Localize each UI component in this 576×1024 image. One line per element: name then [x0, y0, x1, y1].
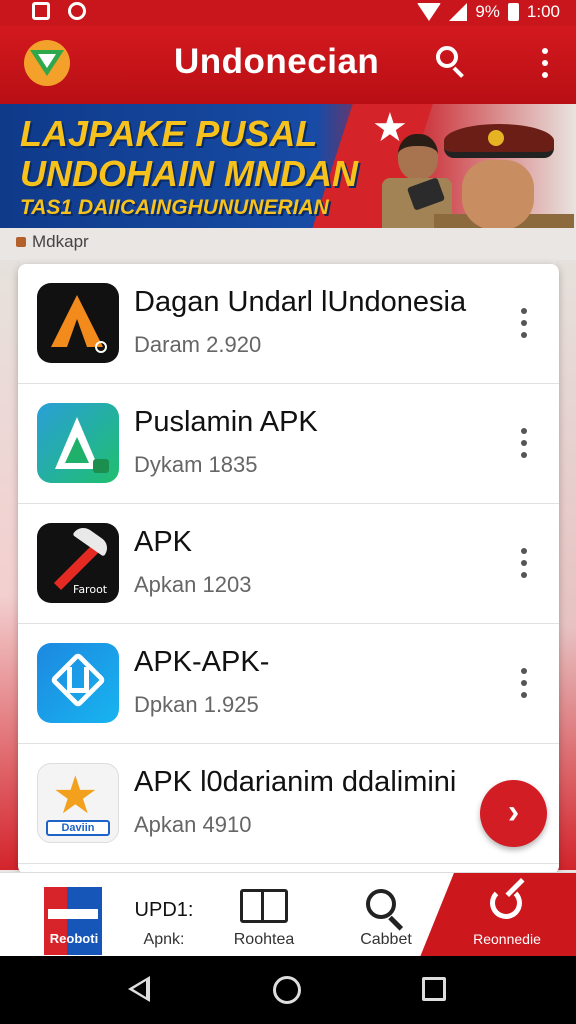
nav-browse[interactable]: Roohtea: [224, 873, 304, 956]
search-icon[interactable]: [436, 46, 464, 78]
green-a-logo-icon: [37, 403, 119, 483]
pickaxe-logo-icon: Faroot: [37, 523, 119, 603]
battery-percent: 9%: [475, 2, 500, 21]
nav-recommend-label: Reonnedie: [473, 931, 541, 947]
recent-apps-icon[interactable]: [422, 977, 446, 1001]
app-title: Dagan Undarl lUndonesia: [134, 286, 467, 318]
nav-home[interactable]: Reoboti: [34, 873, 114, 956]
section-label-text: Mdkapr: [32, 232, 89, 251]
more-options-icon[interactable]: [518, 428, 530, 458]
section-label: Mdkapr: [16, 232, 89, 252]
background-decoration: [556, 260, 576, 870]
app-title: Puslamin APK: [134, 406, 318, 438]
banner-text: LAJPAKE PUSAL UNDOHAIN MNDAN TAS1 DAIICA…: [20, 114, 358, 222]
app-subtitle: Apkan 4910: [134, 812, 252, 837]
app-list-card: Dagan Undarl lUndonesia Daram 2.920 Pusl…: [18, 264, 559, 874]
list-item[interactable]: Faroot APK Apkan 1203: [18, 504, 559, 624]
app-title: Undonecian: [174, 42, 380, 81]
blue-triangle-logo-icon: [37, 643, 119, 723]
nav-home-label: Reoboti: [49, 931, 99, 946]
more-options-icon[interactable]: [518, 548, 530, 578]
wifi-icon: [417, 3, 442, 21]
section-icon: [16, 237, 26, 247]
icon-caption: Daviin: [46, 820, 110, 836]
promo-banner[interactable]: ★ LAJPAKE PUSAL UNDOHAIN MNDAN TAS1 DAII…: [0, 104, 576, 228]
app-title: APK l0darianim ddalimini: [134, 766, 457, 798]
bottom-navigation: Reoboti UPD1: Apnk: Roohtea Cabbet Reonn…: [0, 872, 576, 956]
nav-apps[interactable]: UPD1: Apnk:: [124, 873, 204, 956]
list-item[interactable]: Puslamin APK Dykam 1835: [18, 384, 559, 504]
next-button[interactable]: ›: [480, 780, 547, 847]
home-icon[interactable]: [273, 976, 301, 1004]
battery-icon: [507, 3, 519, 21]
banner-line-2: UNDOHAIN MNDAN: [20, 153, 358, 194]
app-logo-icon[interactable]: [24, 40, 70, 86]
nav-search-label: Cabbet: [360, 931, 412, 948]
app-title: APK: [134, 526, 193, 558]
app-subtitle: Apkan 1203: [134, 572, 252, 597]
app-bar: Undonecian: [0, 26, 576, 104]
banner-line-3: TAS1 DAIICAINGHUNUNERIAN: [20, 196, 329, 219]
app-subtitle: Dpkan 1.925: [134, 692, 259, 717]
status-bar: 9% 1:00: [0, 0, 576, 26]
signal-icon: [449, 3, 468, 21]
notification-icon: [32, 2, 50, 20]
star-logo-icon: ★ Daviin: [37, 763, 119, 843]
nav-recommend[interactable]: Reonnedie: [462, 873, 552, 956]
nav-browse-label: Roohtea: [233, 931, 295, 948]
orange-a-logo-icon: [37, 283, 119, 363]
back-icon[interactable]: [128, 976, 150, 1002]
app-subtitle: Dykam 1835: [134, 452, 258, 477]
nav-apps-label: Apnk:: [143, 931, 185, 948]
folder-icon: [240, 889, 288, 923]
app-title: APK-APK-: [134, 646, 270, 678]
nav-search[interactable]: Cabbet: [346, 873, 426, 956]
alarm-icon: [68, 2, 86, 20]
more-options-icon[interactable]: [518, 308, 530, 338]
overflow-menu-icon[interactable]: [539, 48, 551, 78]
banner-officer-image: [434, 124, 574, 228]
list-item[interactable]: ★ Daviin APK l0darianim ddalimini Apkan …: [18, 744, 559, 864]
system-navigation-bar: [0, 956, 576, 1024]
list-item[interactable]: Dagan Undarl lUndonesia Daram 2.920: [18, 264, 559, 384]
clock: 1:00: [526, 2, 560, 21]
nav-apps-heading: UPD1:: [134, 899, 194, 921]
more-options-icon[interactable]: [518, 668, 530, 698]
icon-caption: Faroot: [73, 583, 108, 596]
app-subtitle: Daram 2.920: [134, 332, 262, 357]
list-item[interactable]: APK-APK- Dpkan 1.925: [18, 624, 559, 744]
background-decoration: [0, 260, 20, 870]
banner-line-1: LAJPAKE PUSAL: [20, 113, 318, 154]
